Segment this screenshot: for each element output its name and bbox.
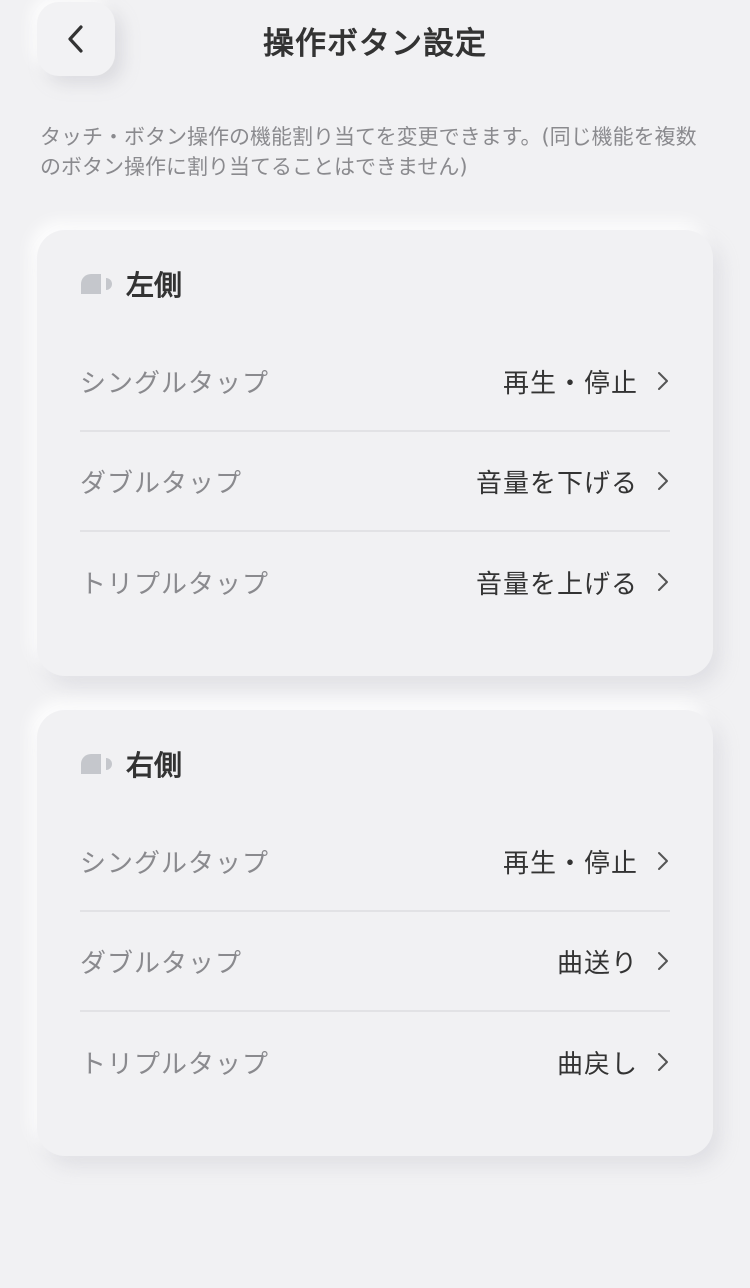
row-label: トリプルタップ — [80, 569, 270, 600]
right-double-tap-row[interactable]: ダブルタップ 曲送り — [80, 912, 670, 1012]
row-value: 再生・停止 — [502, 848, 638, 879]
left-single-tap-row[interactable]: シングルタップ 再生・停止 — [80, 332, 670, 432]
row-value-group: 音量を下げる — [476, 463, 670, 500]
right-earbud-icon — [81, 754, 112, 774]
row-value-group: 再生・停止 — [503, 363, 670, 400]
row-label: ダブルタップ — [80, 468, 243, 499]
row-value: 音量を上げる — [475, 569, 638, 600]
row-label: トリプルタップ — [80, 1049, 270, 1080]
row-value: 曲送り — [556, 948, 638, 979]
chevron-right-icon — [658, 372, 668, 390]
left-side-header: 左側 — [80, 264, 182, 304]
right-side-header: 右側 — [80, 744, 182, 784]
chevron-right-icon — [658, 1053, 668, 1071]
row-value: 音量を下げる — [475, 468, 638, 499]
right-side-rows: シングルタップ 再生・停止 ダブルタップ 曲送り トリプルタップ 曲戻し — [80, 812, 670, 1112]
page-description: タッチ・ボタン操作の機能割り当てを変更できます。(同じ機能を複数のボタン操作に割… — [40, 125, 697, 179]
right-side-title: 右側 — [126, 749, 183, 782]
row-value-group: 音量を上げる — [476, 564, 670, 601]
right-single-tap-row[interactable]: シングルタップ 再生・停止 — [80, 812, 670, 912]
left-double-tap-row[interactable]: ダブルタップ 音量を下げる — [80, 432, 670, 532]
right-side-card: 右側 シングルタップ 再生・停止 ダブルタップ 曲送り トリプルタップ 曲戻し — [37, 710, 713, 1156]
chevron-right-icon — [658, 952, 668, 970]
row-value: 曲戻し — [556, 1049, 638, 1080]
left-side-rows: シングルタップ 再生・停止 ダブルタップ 音量を下げる トリプルタップ 音量を上… — [80, 332, 670, 632]
row-value-group: 曲戻し — [557, 1044, 670, 1081]
left-earbud-icon — [81, 274, 112, 294]
row-label: シングルタップ — [80, 368, 270, 399]
row-value-group: 曲送り — [557, 943, 670, 980]
chevron-right-icon — [658, 852, 668, 870]
left-side-title: 左側 — [126, 269, 183, 302]
left-side-card: 左側 シングルタップ 再生・停止 ダブルタップ 音量を下げる トリプルタップ 音… — [37, 230, 713, 676]
chevron-right-icon — [658, 573, 668, 591]
row-label: シングルタップ — [80, 848, 270, 879]
row-label: ダブルタップ — [80, 948, 243, 979]
chevron-right-icon — [658, 472, 668, 490]
header-bar: 操作ボタン設定 — [0, 0, 750, 80]
right-triple-tap-row[interactable]: トリプルタップ 曲戻し — [80, 1012, 670, 1112]
page-title: 操作ボタン設定 — [263, 26, 487, 62]
row-value: 再生・停止 — [502, 368, 638, 399]
row-value-group: 再生・停止 — [503, 843, 670, 880]
left-triple-tap-row[interactable]: トリプルタップ 音量を上げる — [80, 532, 670, 632]
